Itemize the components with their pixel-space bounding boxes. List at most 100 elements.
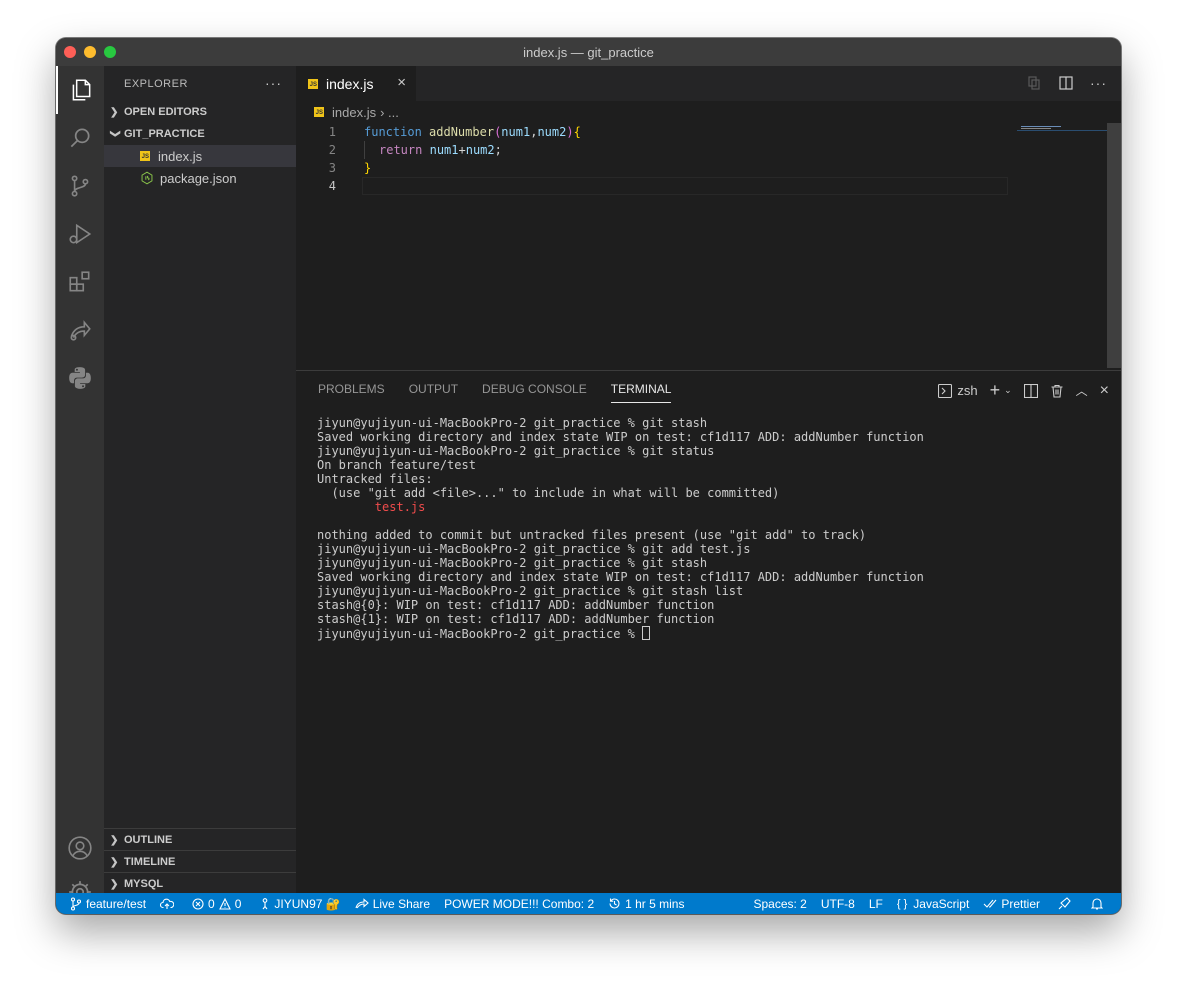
javascript-file-icon: JS — [308, 78, 318, 89]
indentation-status[interactable]: Spaces: 2 — [746, 893, 813, 914]
chevron-up-icon[interactable]: ︿ — [1076, 382, 1088, 399]
terminal-line: nothing added to commit but untracked fi… — [317, 528, 867, 542]
terminal-prompt: jiyun@yujiyun-ui-MacBookPro-2 git_practi… — [317, 627, 643, 641]
formatter-label: Prettier — [1001, 896, 1040, 911]
maximize-window-button[interactable] — [104, 46, 116, 58]
file-item-index-js[interactable]: JS index.js — [104, 145, 296, 167]
language-status[interactable]: { } JavaScript — [890, 893, 976, 914]
terminal-line: jiyun@yujiyun-ui-MacBookPro-2 git_practi… — [317, 584, 744, 598]
sync-status[interactable] — [153, 893, 185, 914]
javascript-file-icon: JS — [314, 107, 324, 117]
status-bar: feature/test 0 0 JIYUN97 🔐 Live Share PO… — [56, 893, 1121, 914]
tab-output[interactable]: OUTPUT — [409, 382, 458, 396]
timeline-section[interactable]: ❯ TIMELINE — [104, 850, 296, 873]
close-tab-icon[interactable]: × — [397, 74, 406, 91]
prettier-status[interactable]: Prettier — [976, 893, 1047, 914]
cloud-upload-icon — [160, 898, 175, 909]
tab-debug-console[interactable]: DEBUG CONSOLE — [482, 382, 587, 396]
breadcrumb-more[interactable]: › ... — [380, 105, 399, 120]
split-terminal-icon[interactable] — [1023, 383, 1038, 398]
warning-icon — [218, 897, 231, 910]
code-line-current: 4 — [296, 177, 1121, 195]
encoding-status[interactable]: UTF-8 — [814, 893, 862, 914]
editor-actions: ··· — [1026, 75, 1107, 91]
terminal-line: stash@{0}: WIP on test: cf1d117 ADD: add… — [317, 598, 715, 612]
live-share-icon — [355, 897, 369, 908]
time-tracking-status[interactable]: 1 hr 5 mins — [601, 893, 691, 914]
history-icon — [609, 898, 620, 909]
feedback-status[interactable] — [1047, 893, 1085, 914]
terminal-output[interactable]: jiyun@yujiyun-ui-MacBookPro-2 git_practi… — [296, 406, 1121, 641]
mysql-label: MYSQL — [124, 878, 164, 890]
breadcrumb-file[interactable]: index.js — [332, 105, 376, 120]
terminal-prompt-line: jiyun@yujiyun-ui-MacBookPro-2 git_practi… — [317, 626, 1121, 641]
file-item-package-json[interactable]: package.json — [104, 167, 296, 189]
code-line: 3 } — [296, 159, 1121, 177]
minimap[interactable] — [1017, 123, 1107, 143]
window-title: index.js — git_practice — [523, 44, 654, 60]
variable-token: num2 — [465, 143, 495, 157]
tab-problems[interactable]: PROBLEMS — [318, 382, 385, 396]
line-number: 4 — [328, 179, 336, 193]
split-editor-icon[interactable] — [1058, 75, 1074, 91]
power-mode-status[interactable]: POWER MODE!!! Combo: 2 — [437, 893, 601, 914]
outline-section[interactable]: ❯ OUTLINE — [104, 828, 296, 851]
comma-token: , — [530, 125, 538, 139]
tab-label: index.js — [326, 75, 374, 92]
accounts-activity[interactable] — [56, 824, 104, 872]
notifications-status[interactable] — [1085, 893, 1121, 914]
branch-status[interactable]: feature/test — [56, 893, 153, 914]
live-share-activity[interactable] — [56, 306, 104, 354]
keyword-token: return — [379, 143, 423, 157]
user-status[interactable]: JIYUN97 🔐 — [248, 893, 347, 914]
editor-scrollbar[interactable] — [1107, 123, 1121, 368]
terminal-cursor — [642, 626, 651, 640]
run-debug-icon — [69, 223, 92, 245]
extensions-icon — [69, 271, 90, 292]
user-label: JIYUN97 🔐 — [274, 896, 341, 911]
explorer-activity[interactable] — [56, 66, 104, 114]
run-debug-activity[interactable] — [56, 210, 104, 258]
terminal-selector[interactable]: zsh — [938, 383, 978, 398]
editor-tabs: JS index.js × ··· — [296, 66, 1121, 101]
traffic-lights — [64, 46, 116, 58]
close-window-button[interactable] — [64, 46, 76, 58]
line-number: 2 — [328, 143, 336, 157]
source-control-icon — [71, 175, 89, 197]
chevron-down-icon[interactable]: ⌄ — [1004, 385, 1012, 396]
code-line: 2 return num1 + num2; — [296, 141, 1121, 159]
panel-actions: zsh + ⌄ ︿ × — [938, 380, 1109, 401]
more-actions-icon[interactable]: ··· — [1090, 75, 1107, 91]
python-activity[interactable] — [56, 354, 104, 402]
terminal-untracked-file: test.js — [317, 500, 426, 514]
open-editors-section[interactable]: ❯ OPEN EDITORS — [104, 101, 296, 123]
file-label: index.js — [158, 148, 203, 164]
panel-tabs: PROBLEMS OUTPUT DEBUG CONSOLE TERMINAL z… — [296, 371, 1121, 406]
keyword-token: function — [364, 125, 422, 139]
add-terminal-icon[interactable]: + — [990, 380, 1001, 401]
error-icon — [192, 897, 204, 910]
source-control-activity[interactable] — [56, 162, 104, 210]
terminal-line: jiyun@yujiyun-ui-MacBookPro-2 git_practi… — [317, 542, 751, 556]
close-panel-icon[interactable]: × — [1100, 382, 1109, 400]
open-changes-icon[interactable] — [1026, 75, 1042, 91]
extensions-activity[interactable] — [56, 258, 104, 306]
chevron-right-icon: ❯ — [110, 878, 119, 890]
code-editor[interactable]: 1 function addNumber(num1, num2) { 2 ret… — [296, 123, 1121, 195]
folder-section[interactable]: ❯ GIT_PRACTICE — [104, 123, 296, 145]
time-label: 1 hr 5 mins — [625, 896, 685, 911]
eol-status[interactable]: LF — [862, 893, 890, 914]
problems-status[interactable]: 0 0 — [185, 893, 248, 914]
language-label: JavaScript — [913, 896, 970, 911]
tab-terminal[interactable]: TERMINAL — [610, 382, 672, 403]
mysql-section[interactable]: ❯ MYSQL — [104, 872, 296, 895]
param-token: num2 — [537, 125, 567, 139]
trash-icon[interactable] — [1050, 384, 1064, 398]
tab-index-js[interactable]: JS index.js × — [296, 66, 416, 101]
search-activity[interactable] — [56, 114, 104, 162]
paren-token: ( — [494, 125, 502, 139]
folder-label: GIT_PRACTICE — [124, 128, 205, 140]
minimize-window-button[interactable] — [84, 46, 96, 58]
live-share-status[interactable]: Live Share — [348, 893, 437, 914]
more-actions-icon[interactable]: ··· — [265, 75, 282, 91]
